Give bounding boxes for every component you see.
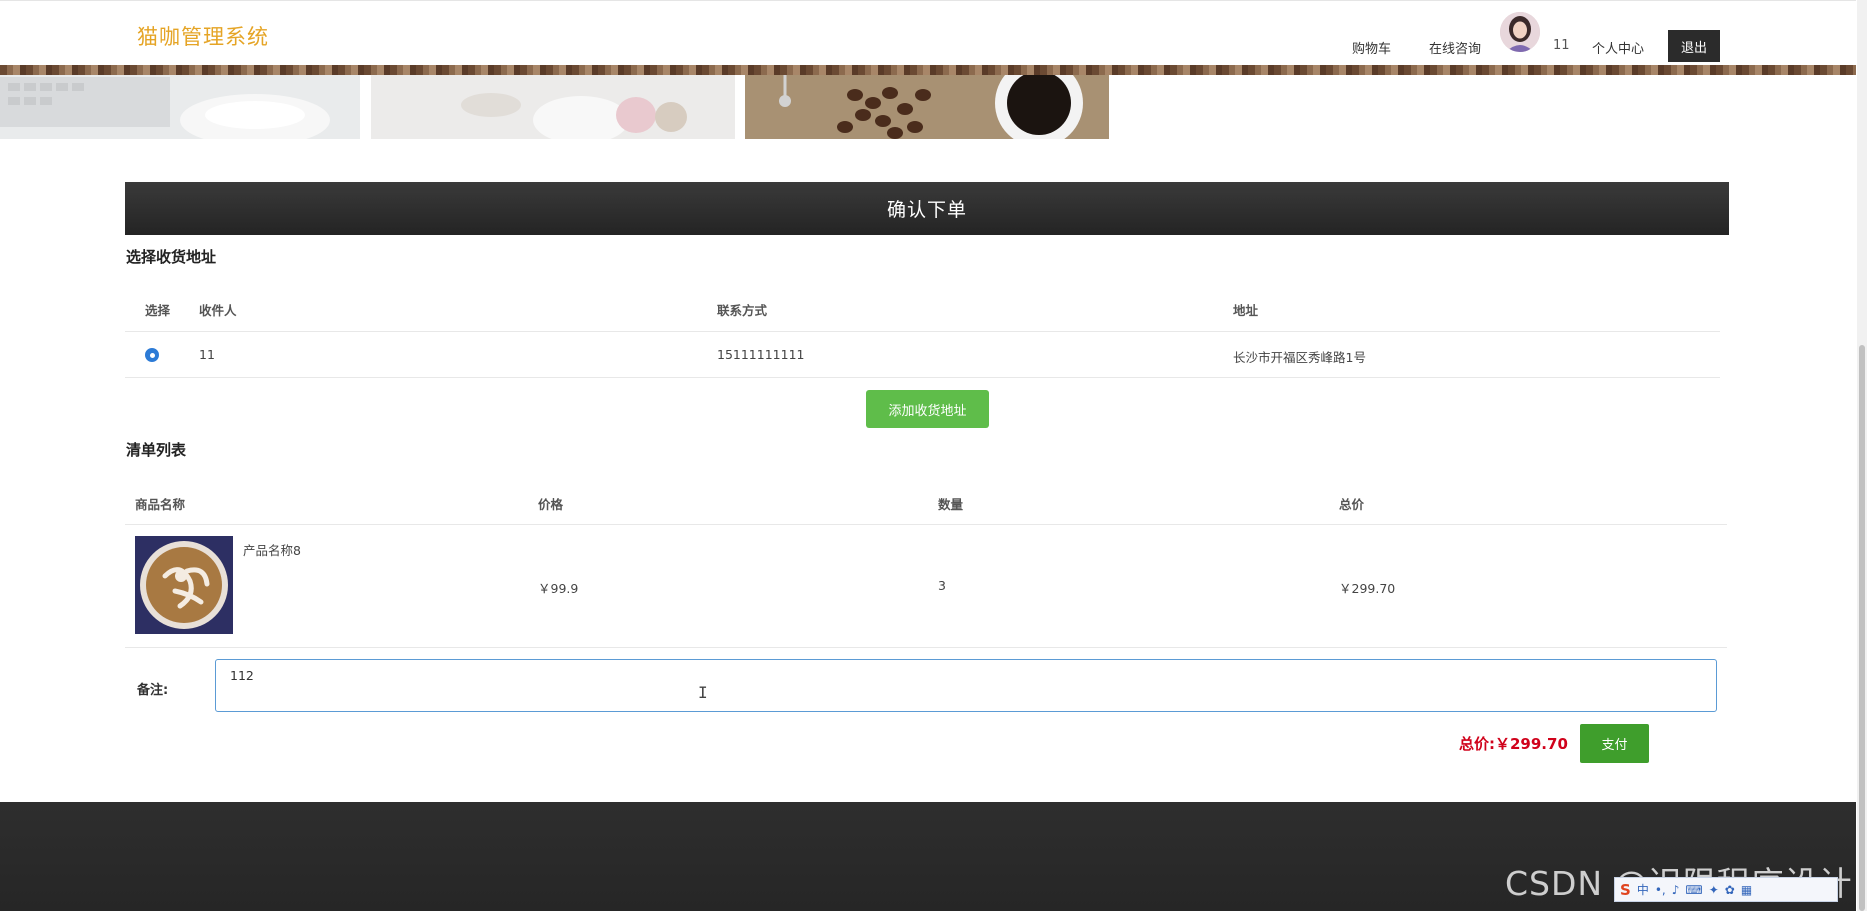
coffee-beans-image [745, 75, 1109, 139]
banner-thumb-macarons[interactable] [371, 75, 735, 139]
ime-punctuation-icon[interactable]: •, [1655, 883, 1666, 897]
col-select: 选择 [145, 303, 171, 318]
confirm-order-header: 确认下单 [125, 182, 1729, 235]
col-phone: 联系方式 [717, 303, 768, 318]
brand-title[interactable]: 猫咖管理系统 [137, 21, 269, 51]
pay-button[interactable]: 支付 [1580, 724, 1649, 763]
nav-profile-link[interactable]: 个人中心 [1592, 38, 1644, 57]
keyboard-coffee-image [0, 75, 360, 139]
logout-button[interactable]: 退出 [1668, 30, 1720, 62]
ime-toolbar[interactable]: S 中 •, ♪ ⌨ ✦ ✿ ▦ [1614, 877, 1838, 902]
ime-language-indicator[interactable]: 中 [1637, 881, 1649, 898]
col-price: 价格 [538, 497, 564, 512]
ime-menu-icon[interactable]: ▦ [1741, 883, 1752, 897]
divider [125, 377, 1720, 378]
nav-cart-link[interactable]: 购物车 [1352, 38, 1391, 57]
avatar-portrait-icon [1500, 12, 1540, 52]
remark-textarea[interactable] [215, 659, 1717, 712]
remark-label: 备注: [137, 683, 169, 698]
total-value: ￥299.70 [1495, 735, 1568, 753]
product-image[interactable] [135, 536, 233, 634]
col-recipient: 收件人 [199, 303, 237, 318]
item-price: ￥99.9 [538, 581, 579, 596]
page-scrollbar-thumb[interactable] [1859, 345, 1865, 911]
sogou-ime-icon[interactable]: S [1620, 881, 1631, 899]
col-address: 地址 [1233, 303, 1259, 318]
ime-toolbox-icon[interactable]: ✿ [1725, 883, 1735, 897]
banner-image-strip [0, 64, 1856, 75]
order-total: 总价:￥299.70 [1459, 733, 1568, 754]
total-label: 总价: [1459, 735, 1495, 753]
banner-thumb-coffee-beans[interactable] [745, 75, 1109, 139]
user-avatar[interactable] [1500, 12, 1540, 52]
item-quantity: 3 [938, 578, 946, 593]
latte-art-icon [135, 536, 233, 634]
add-address-button[interactable]: 添加收货地址 [866, 390, 989, 428]
address-detail: 长沙市开福区秀峰路1号 [1233, 350, 1366, 365]
col-product-name: 商品名称 [135, 497, 186, 512]
divider [125, 524, 1727, 525]
divider [125, 331, 1720, 332]
ime-microphone-icon[interactable]: ♪ [1672, 883, 1680, 897]
nav-username[interactable]: 11 [1553, 38, 1570, 53]
col-subtotal: 总价 [1339, 497, 1365, 512]
nav-consult-link[interactable]: 在线咨询 [1429, 38, 1481, 57]
ime-skin-icon[interactable]: ✦ [1709, 883, 1719, 897]
divider [125, 647, 1727, 648]
ime-keyboard-icon[interactable]: ⌨ [1685, 883, 1702, 897]
i-beam-cursor-icon: I [698, 683, 708, 702]
list-section-title: 清单列表 [126, 441, 187, 459]
item-name[interactable]: 产品名称8 [243, 540, 301, 559]
col-quantity: 数量 [938, 497, 964, 512]
item-subtotal: ￥299.70 [1339, 581, 1396, 596]
address-recipient: 11 [199, 347, 215, 362]
address-radio-selected[interactable] [145, 348, 159, 362]
macarons-image [371, 75, 735, 139]
address-section-title: 选择收货地址 [126, 248, 217, 266]
top-navbar: 猫咖管理系统 购物车 在线咨询 11 个人中心 退出 [0, 0, 1856, 65]
address-phone: 15111111111 [717, 347, 805, 362]
banner-thumb-keyboard[interactable] [0, 75, 360, 139]
